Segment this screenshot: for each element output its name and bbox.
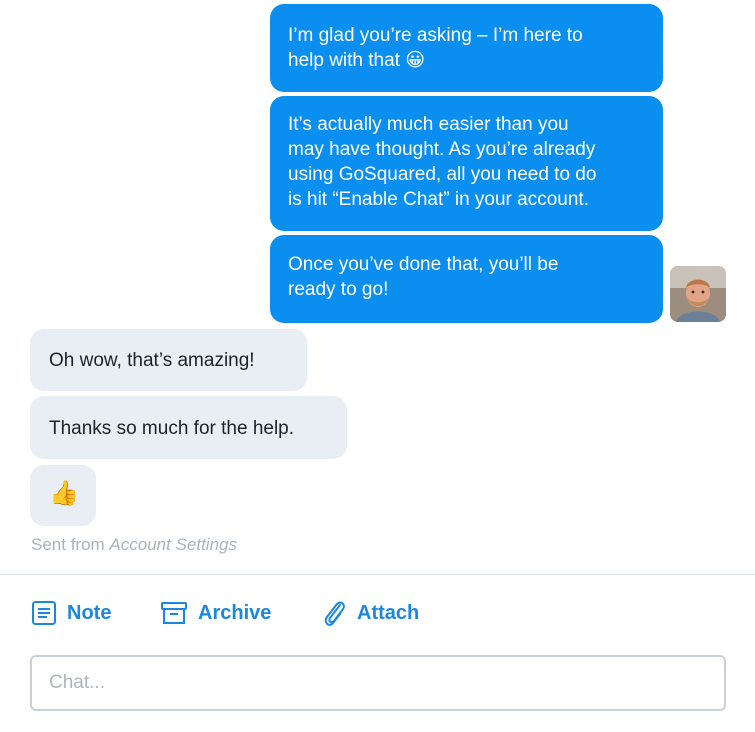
sent-from-label: Sent from Account Settings: [31, 535, 237, 555]
note-button[interactable]: Note: [31, 597, 111, 629]
visitor-message: Thanks so much for the help.: [30, 396, 347, 459]
visitor-message-text: Oh wow, that’s amazing!: [49, 350, 255, 371]
visitor-message-text: Thanks so much for the help.: [49, 418, 295, 439]
sent-from-prefix: Sent from: [31, 535, 110, 554]
agent-message-text: Once you’ve done that, you’ll be ready t…: [288, 254, 559, 300]
chat-input[interactable]: [30, 655, 726, 711]
agent-message-text: I’m glad you’re asking – I’m here to hel…: [288, 25, 583, 71]
visitor-message: Oh wow, that’s amazing!: [30, 329, 307, 391]
note-label: Note: [67, 601, 112, 624]
agent-message-text: It’s actually much easier than you may h…: [288, 114, 597, 210]
avatar-image: [670, 266, 726, 322]
thumbs-up-emoji: 👍: [49, 480, 79, 507]
agent-avatar: [670, 266, 726, 322]
visitor-message: 👍: [30, 465, 96, 526]
attach-label: Attach: [357, 601, 420, 624]
chat-conversation: I’m glad you’re asking – I’m here to hel…: [0, 0, 755, 732]
archive-label: Archive: [198, 601, 272, 624]
divider: [0, 574, 755, 575]
archive-button[interactable]: Archive: [160, 597, 271, 629]
agent-message: I’m glad you’re asking – I’m here to hel…: [270, 4, 663, 92]
paperclip-icon: [324, 601, 345, 626]
attach-button[interactable]: Attach: [323, 597, 419, 629]
note-icon: [32, 601, 56, 625]
agent-message: Once you’ve done that, you’ll be ready t…: [270, 235, 663, 323]
agent-message: It’s actually much easier than you may h…: [270, 96, 663, 231]
sent-from-source: Account Settings: [109, 535, 237, 554]
archive-icon: [161, 602, 187, 624]
